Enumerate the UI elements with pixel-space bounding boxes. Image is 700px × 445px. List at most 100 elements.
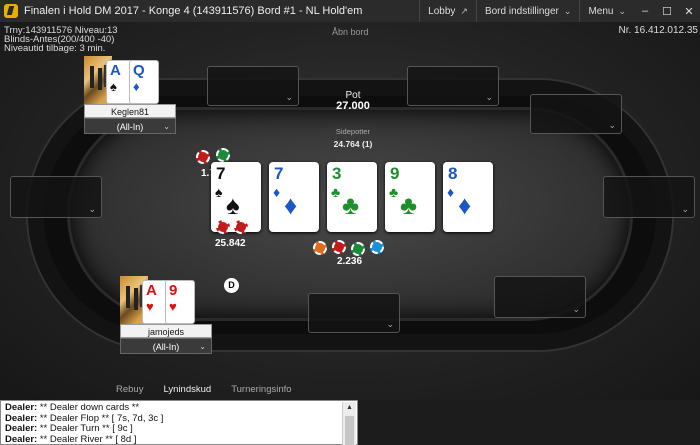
hole-card: 9 ♥ bbox=[165, 280, 195, 324]
card-rank: 8 bbox=[448, 164, 458, 183]
title-bar: Finalen i Hold DM 2017 - Konge 4 (143911… bbox=[0, 0, 700, 22]
spade-icon: ♠ bbox=[226, 190, 240, 220]
empty-seat[interactable]: ⌄ bbox=[308, 293, 400, 333]
window-title: Finalen i Hold DM 2017 - Konge 4 (143911… bbox=[24, 5, 363, 17]
log-text: ** Dealer River ** [ 8d ] bbox=[37, 433, 137, 445]
chevron-down-icon: ⌄ bbox=[485, 92, 493, 102]
empty-seat[interactable]: ⌄ bbox=[407, 66, 499, 106]
maximize-button[interactable]: ☐ bbox=[656, 5, 678, 18]
club-icon: ♣ bbox=[400, 190, 418, 220]
board-card: 9 ♣ ♣ bbox=[385, 162, 435, 232]
chip-icon bbox=[196, 150, 210, 164]
chip-icon bbox=[370, 240, 384, 254]
lobby-label: Lobby bbox=[428, 5, 456, 17]
log-line: Dealer: ** Dealer River ** [ 8d ] bbox=[5, 433, 353, 445]
player-status: (All-In) ⌄ bbox=[84, 118, 176, 134]
chevron-down-icon: ⌄ bbox=[681, 204, 689, 214]
chevron-down-icon: ⌄ bbox=[608, 120, 616, 130]
card-rank: 7 bbox=[216, 164, 226, 183]
chip-icon bbox=[234, 220, 248, 234]
chip-icon bbox=[216, 220, 230, 234]
chevron-down-icon: ⌄ bbox=[285, 92, 293, 102]
log-speaker: Dealer: bbox=[5, 433, 38, 445]
side-pot-label: Sidepotter bbox=[335, 127, 371, 136]
heart-icon: ♥ bbox=[146, 299, 154, 314]
hole-card: Q ♦ bbox=[129, 60, 159, 104]
chevron-down-icon: ⌄ bbox=[618, 5, 626, 16]
spade-icon: ♠ bbox=[110, 79, 117, 94]
menu-button[interactable]: Menu ⌄ bbox=[579, 0, 634, 22]
bottom-tabs: Rebuy Lynindskud Turneringsinfo bbox=[0, 379, 700, 400]
log-speaker: Dealer: bbox=[5, 412, 38, 424]
hand-number: Nr. 16.412.012.35 bbox=[618, 25, 698, 36]
card-rank: Q bbox=[133, 62, 145, 79]
dealer-button: D bbox=[224, 278, 239, 293]
empty-seat[interactable]: ⌄ bbox=[530, 94, 622, 134]
level-time: Niveautid tilbage: 3 min. bbox=[4, 43, 106, 54]
player-name: jamojeds bbox=[120, 324, 212, 338]
card-rank: 7 bbox=[274, 164, 284, 183]
log-speaker: Dealer: bbox=[5, 423, 38, 434]
external-link-icon: ↗ bbox=[460, 5, 468, 16]
tournament-info: Trny:143911576 Niveau:13 Blinds-Antes(20… bbox=[4, 26, 118, 54]
empty-seat[interactable]: ⌄ bbox=[494, 276, 586, 318]
chip-icon bbox=[216, 148, 230, 162]
open-table-link[interactable]: Åbn bord bbox=[332, 27, 369, 37]
tab-rebuy[interactable]: Rebuy bbox=[116, 379, 143, 400]
log-text: ** Dealer Turn ** [ 9c ] bbox=[37, 423, 133, 434]
club-icon: ♣ bbox=[389, 184, 399, 200]
player-seat-jamojeds[interactable]: A ♥ 9 ♥ jamojeds (All-In) ⌄ bbox=[120, 276, 212, 356]
tab-lightning[interactable]: Lynindskud bbox=[163, 379, 211, 400]
bottom-panel bbox=[358, 400, 700, 445]
title-bar-controls: Lobby ↗ Bord indstillinger ⌄ Menu ⌄ – ☐ ✕ bbox=[419, 0, 700, 22]
diamond-icon: ♦ bbox=[133, 79, 140, 94]
chevron-down-icon: ⌄ bbox=[88, 204, 96, 214]
log-text: ** Dealer Flop ** [ 7s, 7d, 3c ] bbox=[37, 412, 164, 424]
card-rank: A bbox=[146, 282, 157, 299]
card-rank: 9 bbox=[390, 164, 400, 183]
player-status: (All-In) ⌄ bbox=[120, 338, 212, 354]
chip-icon bbox=[351, 242, 365, 256]
lobby-button[interactable]: Lobby ↗ bbox=[419, 0, 476, 22]
dealer-log: Dealer: ** Dealer down cards ** Dealer: … bbox=[0, 400, 358, 445]
pot-value: 27.000 bbox=[336, 100, 370, 112]
side-pot-value: 24.764 (1) bbox=[333, 139, 373, 149]
chevron-down-icon[interactable]: ⌄ bbox=[199, 339, 206, 355]
chip-icon bbox=[313, 241, 327, 255]
close-button[interactable]: ✕ bbox=[678, 5, 700, 18]
card-rank: A bbox=[110, 62, 121, 79]
heart-icon: ♥ bbox=[169, 299, 177, 314]
minimize-button[interactable]: – bbox=[634, 5, 656, 17]
player-name: Keglen81 bbox=[84, 104, 176, 118]
chevron-down-icon: ⌄ bbox=[386, 319, 394, 329]
diamond-icon: ♦ bbox=[458, 190, 472, 220]
empty-seat[interactable]: ⌄ bbox=[10, 176, 102, 218]
diamond-icon: ♦ bbox=[273, 184, 281, 200]
spade-icon: ♠ bbox=[215, 184, 223, 200]
log-text: ** Dealer down cards ** bbox=[37, 402, 140, 413]
table-settings-menu[interactable]: Bord indstillinger ⌄ bbox=[475, 0, 579, 22]
diamond-icon: ♦ bbox=[447, 184, 455, 200]
status-text: (All-In) bbox=[116, 122, 144, 132]
center-chips-value: 2.236 bbox=[337, 256, 363, 267]
club-icon: ♣ bbox=[331, 184, 341, 200]
log-scrollbar[interactable]: ▲ bbox=[342, 402, 356, 445]
tab-tournament-info[interactable]: Turneringsinfo bbox=[231, 379, 291, 400]
diamond-icon: ♦ bbox=[284, 190, 298, 220]
club-icon: ♣ bbox=[342, 190, 360, 220]
chevron-down-icon: ⌄ bbox=[563, 5, 572, 16]
empty-seat[interactable]: ⌄ bbox=[207, 66, 299, 106]
chip-icon bbox=[332, 240, 346, 254]
player-seat-keglen81[interactable]: A ♠ Q ♦ Keglen81 (All-In) ⌄ bbox=[84, 56, 176, 136]
chevron-down-icon: ⌄ bbox=[572, 304, 580, 314]
board-card: 3 ♣ ♣ bbox=[327, 162, 377, 232]
table-settings-label: Bord indstillinger bbox=[484, 5, 559, 17]
empty-seat[interactable]: ⌄ bbox=[603, 176, 695, 218]
card-rank: 3 bbox=[332, 164, 342, 183]
scroll-up-icon[interactable]: ▲ bbox=[346, 404, 353, 411]
card-rank: 9 bbox=[169, 282, 178, 299]
scrollbar-thumb[interactable] bbox=[345, 416, 354, 445]
app-logo-icon bbox=[4, 4, 18, 18]
menu-label: Menu bbox=[588, 5, 614, 17]
chevron-down-icon[interactable]: ⌄ bbox=[163, 119, 170, 135]
